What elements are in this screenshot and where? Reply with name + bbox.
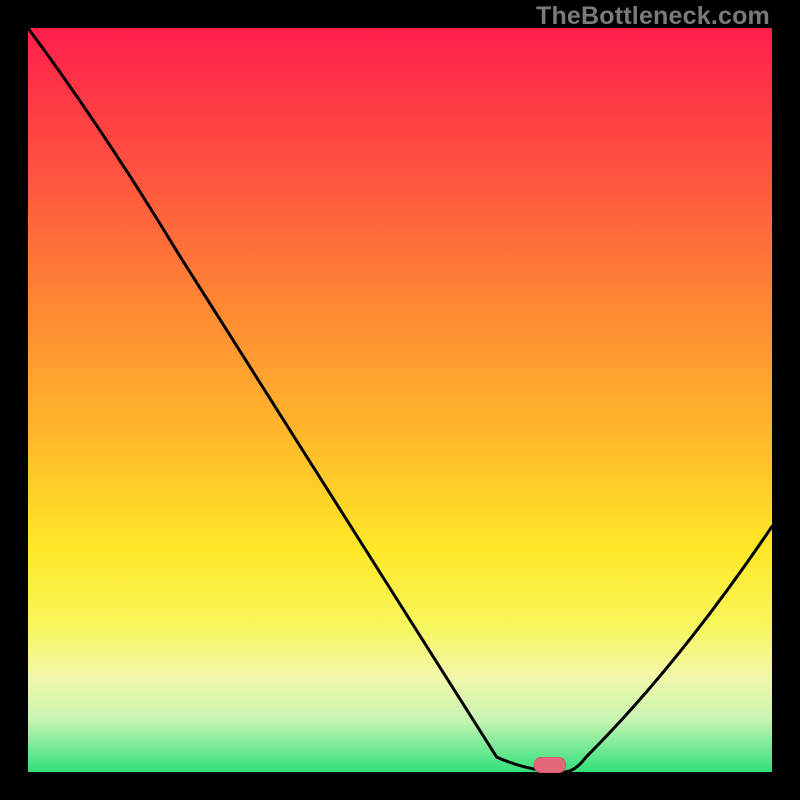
chart-plot-area [28, 28, 772, 772]
curve-path [28, 28, 772, 772]
optimal-point-marker [534, 757, 566, 773]
watermark-text: TheBottleneck.com [536, 2, 770, 31]
bottleneck-curve [28, 28, 772, 772]
